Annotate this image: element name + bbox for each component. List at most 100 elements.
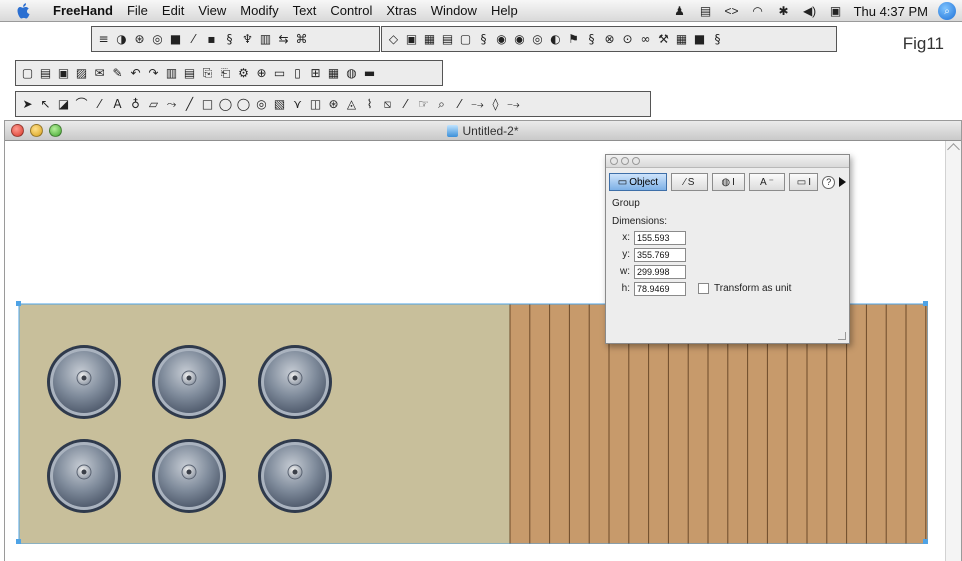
- drawing-tool-icon[interactable]: ◯: [218, 97, 233, 112]
- xtras-tool-icon[interactable]: ∞: [638, 32, 653, 47]
- xtras-tool-icon[interactable]: ▦: [422, 32, 437, 47]
- menu-xtras[interactable]: Xtras: [379, 3, 423, 18]
- drawing-tool-icon[interactable]: ➤: [20, 97, 35, 112]
- drawing-tool-icon[interactable]: ⤳: [164, 97, 179, 112]
- xtras-operation-tool-icon[interactable]: ▥: [258, 32, 273, 47]
- xtras-operation-tool-icon[interactable]: ⇆: [276, 32, 291, 47]
- main-tool-icon[interactable]: ✎: [110, 66, 125, 81]
- drawing-tool-icon[interactable]: ⋎: [290, 97, 305, 112]
- spotlight-icon[interactable]: ⌕: [938, 2, 956, 20]
- xtras-tool-icon[interactable]: ⊗: [602, 32, 617, 47]
- selection-handle[interactable]: [923, 301, 928, 306]
- drawing-tool-icon[interactable]: ⤍: [506, 97, 521, 112]
- drawing-tool-icon[interactable]: ◯: [236, 97, 251, 112]
- speaker[interactable]: [258, 439, 332, 513]
- menu-view[interactable]: View: [191, 3, 233, 18]
- speaker[interactable]: [152, 439, 226, 513]
- main-tool-icon[interactable]: ⎗: [218, 66, 233, 81]
- xtras-tool-icon[interactable]: ⊙: [620, 32, 635, 47]
- main-tool-icon[interactable]: ◍: [344, 66, 359, 81]
- drawing-tool-icon[interactable]: ⌇: [362, 97, 377, 112]
- selection-handle[interactable]: [16, 539, 21, 544]
- xtras-operation-tool-icon[interactable]: ◎: [150, 32, 165, 47]
- volume-icon[interactable]: ◀): [802, 3, 818, 19]
- scroll-up-arrow-icon[interactable]: [947, 143, 960, 156]
- document-titlebar[interactable]: Untitled-2*: [5, 121, 961, 141]
- user-icon[interactable]: ♟: [672, 3, 688, 19]
- xtras-tool-icon[interactable]: ▤: [440, 32, 455, 47]
- drawing-tool-icon[interactable]: ☞: [416, 97, 431, 112]
- apple-menu-icon[interactable]: [14, 2, 34, 19]
- xtras-tool-icon[interactable]: ◉: [512, 32, 527, 47]
- x-field[interactable]: [634, 230, 686, 245]
- speaker[interactable]: [258, 345, 332, 419]
- main-tool-icon[interactable]: ▦: [326, 66, 341, 81]
- main-tool-icon[interactable]: ▥: [164, 66, 179, 81]
- drawing-tool-icon[interactable]: ◊: [488, 97, 503, 112]
- main-tool-icon[interactable]: ▢: [20, 66, 35, 81]
- drawing-tool-icon[interactable]: ⁄: [92, 97, 107, 112]
- xtras-operation-tool-icon[interactable]: ≡: [96, 32, 111, 47]
- tab-object[interactable]: ▭ Object: [609, 173, 667, 191]
- xtras-tool-icon[interactable]: ▢: [458, 32, 473, 47]
- main-tool-icon[interactable]: ⚙: [236, 66, 251, 81]
- menu-edit[interactable]: Edit: [155, 3, 191, 18]
- xtras-tool-icon[interactable]: ◐: [548, 32, 563, 47]
- help-icon[interactable]: ?: [822, 175, 835, 189]
- main-tool-icon[interactable]: ▯: [290, 66, 305, 81]
- resize-grip-icon[interactable]: [838, 332, 846, 340]
- main-tool-icon[interactable]: ✉: [92, 66, 107, 81]
- tab-text[interactable]: A ⁻: [748, 173, 786, 191]
- menu-clock[interactable]: Thu 4:37 PM: [854, 4, 928, 19]
- main-tool-icon[interactable]: ▬: [362, 66, 377, 81]
- selection-handle[interactable]: [923, 539, 928, 544]
- xtras-tool-icon[interactable]: ⚒: [656, 32, 671, 47]
- xtras-tool-icon[interactable]: ▦: [674, 32, 689, 47]
- xtras-operation-tool-icon[interactable]: §: [222, 32, 237, 47]
- drawing-tool-icon[interactable]: ◪: [56, 97, 71, 112]
- menu-control[interactable]: Control: [323, 3, 379, 18]
- main-tool-icon[interactable]: ⊕: [254, 66, 269, 81]
- y-field[interactable]: [634, 247, 686, 262]
- menu-app-name[interactable]: FreeHand: [46, 3, 120, 18]
- drawing-tool-icon[interactable]: ⊛: [326, 97, 341, 112]
- drawing-tool-icon[interactable]: ⁄: [398, 97, 413, 112]
- tab-document[interactable]: ▭ I: [789, 173, 819, 191]
- drawing-tool-icon[interactable]: ⌒: [74, 97, 89, 112]
- drawing-tool-icon[interactable]: ▱: [146, 97, 161, 112]
- h-field[interactable]: [634, 281, 686, 296]
- xtras-tool-icon[interactable]: §: [476, 32, 491, 47]
- menu-file[interactable]: File: [120, 3, 155, 18]
- xtras-tool-icon[interactable]: §: [584, 32, 599, 47]
- drawing-tool-icon[interactable]: A: [110, 97, 125, 112]
- xtras-operation-tool-icon[interactable]: ▪: [204, 32, 219, 47]
- drawing-tool-icon[interactable]: ⁄: [452, 97, 467, 112]
- inspector-minimize-button[interactable]: [621, 157, 629, 165]
- drawing-tool-icon[interactable]: ╱: [182, 97, 197, 112]
- drawing-tool-icon[interactable]: ▧: [272, 97, 287, 112]
- xtras-operation-tool-icon[interactable]: ■: [168, 32, 183, 47]
- inspector-titlebar[interactable]: [606, 155, 849, 168]
- menu-window[interactable]: Window: [424, 3, 484, 18]
- main-tool-icon[interactable]: ↶: [128, 66, 143, 81]
- main-tool-icon[interactable]: ↷: [146, 66, 161, 81]
- drawing-tool-icon[interactable]: ⤍: [470, 97, 485, 112]
- tab-stroke[interactable]: ⁄ S: [670, 173, 708, 191]
- menu-modify[interactable]: Modify: [233, 3, 285, 18]
- xtras-tool-icon[interactable]: ⚑: [566, 32, 581, 47]
- transform-as-unit-checkbox[interactable]: [698, 283, 709, 294]
- drawing-tool-icon[interactable]: ↖: [38, 97, 53, 112]
- main-tool-icon[interactable]: ▭: [272, 66, 287, 81]
- clipboard-icon[interactable]: ▤: [698, 3, 714, 19]
- xtras-operation-tool-icon[interactable]: ⊛: [132, 32, 147, 47]
- main-tool-icon[interactable]: ⊞: [308, 66, 323, 81]
- xtras-tool-icon[interactable]: §: [710, 32, 725, 47]
- main-tool-icon[interactable]: ▣: [56, 66, 71, 81]
- display-icon[interactable]: ▣: [828, 3, 844, 19]
- inspector-close-button[interactable]: [610, 157, 618, 165]
- drawing-tool-icon[interactable]: ⌕: [434, 97, 449, 112]
- menu-help[interactable]: Help: [484, 3, 525, 18]
- main-tool-icon[interactable]: ⎘: [200, 66, 215, 81]
- drawing-tool-icon[interactable]: ◫: [308, 97, 323, 112]
- speaker[interactable]: [47, 439, 121, 513]
